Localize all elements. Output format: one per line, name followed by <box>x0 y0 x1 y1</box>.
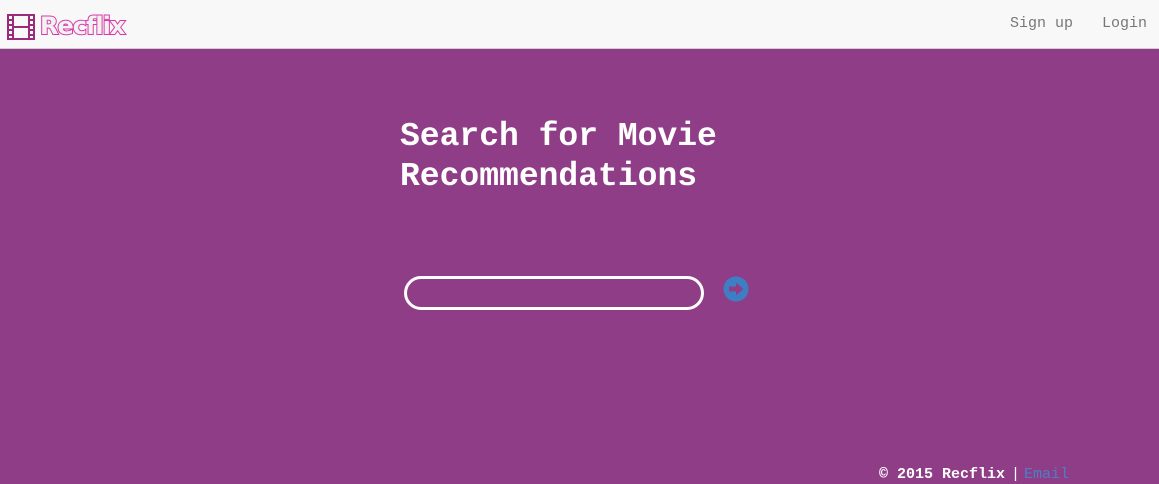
brand-name: Recflix <box>39 12 126 40</box>
page-title: Search for Movie Recommendations <box>400 118 717 195</box>
navbar: Recflix Sign up Login <box>0 0 1159 49</box>
signup-link[interactable]: Sign up <box>1010 15 1073 32</box>
arrow-right-circle-icon <box>723 276 749 302</box>
footer-separator: | <box>1011 466 1021 483</box>
nav-links: Sign up Login <box>1010 15 1147 32</box>
brand-logo[interactable]: Recflix <box>6 12 126 42</box>
footer: © 2015 Recflix | Email <box>879 466 1069 484</box>
search-input[interactable] <box>404 276 704 310</box>
search-submit-button[interactable] <box>723 276 749 302</box>
film-icon <box>7 14 35 40</box>
email-link[interactable]: Email <box>1024 466 1069 483</box>
login-link[interactable]: Login <box>1102 15 1147 32</box>
copyright-text: © 2015 Recflix <box>879 466 1006 483</box>
